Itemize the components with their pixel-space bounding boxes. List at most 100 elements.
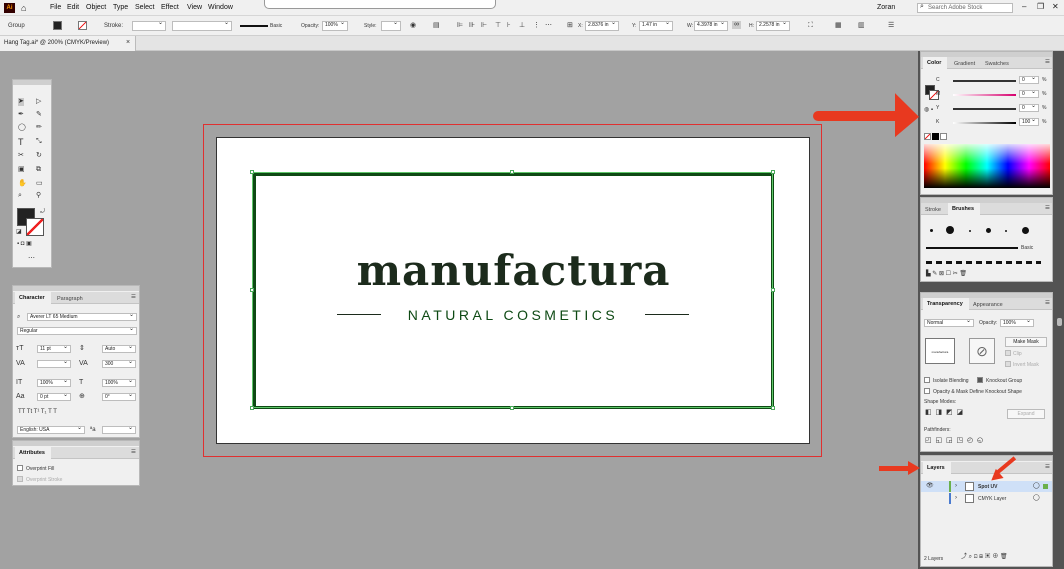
tracking-field[interactable]: 300 <box>102 359 136 368</box>
tab-paragraph[interactable]: Paragraph <box>57 296 83 302</box>
vertical-scale-field[interactable]: 100% <box>37 378 71 387</box>
target-icon[interactable]: ◯ <box>1033 494 1040 502</box>
restore-icon[interactable]: ❐ <box>1037 2 1044 11</box>
stroke-color-box[interactable] <box>26 218 44 236</box>
tab-appearance[interactable]: Appearance <box>973 302 1003 308</box>
overprint-stroke-checkbox[interactable] <box>17 476 23 482</box>
overprint-fill-checkbox[interactable] <box>17 465 23 471</box>
x-field[interactable]: 2.8376 in <box>585 20 619 31</box>
channel-c-slider[interactable] <box>953 80 1016 82</box>
font-family-dropdown[interactable]: Averer LT 65 Medium <box>27 312 137 321</box>
brush-strokes-row[interactable] <box>926 261 1041 264</box>
tab-swatches[interactable]: Swatches <box>985 61 1009 67</box>
direct-selection-icon[interactable]: ▷ <box>36 98 41 106</box>
layer-row-spot-uv[interactable]: 👁 › Spot UV ◯ <box>921 481 1052 492</box>
stroke-swatch[interactable] <box>78 21 87 30</box>
stroke-weight-dropdown[interactable] <box>132 20 166 31</box>
menu-edit[interactable]: Edit <box>67 4 79 11</box>
rotate-tool-icon[interactable]: ↻ <box>36 152 42 160</box>
channel-c-field[interactable]: 0 <box>1019 75 1039 84</box>
tab-stroke[interactable]: Stroke <box>925 207 941 213</box>
brush-dot[interactable] <box>969 230 971 232</box>
layer-row-cmyk[interactable]: › CMYK Layer ◯ <box>921 493 1052 504</box>
opacity-field[interactable]: 100% <box>1000 318 1034 327</box>
default-colors-icon[interactable]: ◪ <box>16 228 22 236</box>
brush-dot[interactable] <box>930 229 933 232</box>
fill-swatch[interactable] <box>53 21 62 30</box>
expand-chevron-icon[interactable]: › <box>955 482 957 490</box>
close-icon[interactable]: ✕ <box>1052 2 1059 11</box>
distribute-h-icon[interactable]: ⋯ <box>545 22 552 30</box>
align-right-icon[interactable]: ⊩ <box>481 22 487 30</box>
channel-k-field[interactable]: 100 <box>1019 117 1039 126</box>
layers-footer-icons[interactable]: ⤴ ⌕ ⊡ ⊞ ▣ ⊕ 🗑 <box>961 553 1008 561</box>
anti-alias-dropdown[interactable] <box>102 425 136 434</box>
menu-view[interactable]: View <box>187 4 202 11</box>
document-tab[interactable]: Hang Tag.ai* @ 200% (CMYK/Preview) × <box>0 36 136 51</box>
panel-grip[interactable] <box>921 456 1052 461</box>
variable-width-dropdown[interactable] <box>172 20 232 31</box>
logo-wordmark[interactable]: manufactura <box>253 249 774 293</box>
scissors-tool-icon[interactable]: ✂ <box>18 152 24 160</box>
selected-art-indicator[interactable] <box>1043 484 1048 489</box>
panel-menu-icon[interactable]: ☰ <box>1045 205 1050 211</box>
kerning-field[interactable] <box>37 359 71 368</box>
align-left-icon[interactable]: ⊫ <box>457 22 463 30</box>
shape-modes-icons[interactable]: ◧ ◨ ◩ ◪ <box>925 409 963 417</box>
selection-tool-icon[interactable]: ➤ <box>18 98 24 106</box>
menu-file[interactable]: File <box>50 4 61 11</box>
style-dropdown[interactable] <box>381 20 401 31</box>
text-style-buttons-icon[interactable]: TT Tt T¹ T₁ T T <box>18 408 57 416</box>
panel-grip[interactable] <box>13 80 51 85</box>
knockout-group-checkbox[interactable] <box>977 377 983 383</box>
brush-dot[interactable] <box>1005 230 1007 232</box>
search-stock-field[interactable]: Search Adobe Stock <box>917 3 1013 13</box>
link-proportions-icon[interactable]: ∞ <box>732 21 741 29</box>
white-swatch[interactable] <box>940 133 947 140</box>
menu-object[interactable]: Object <box>86 4 106 11</box>
color-spectrum[interactable] <box>924 144 1050 188</box>
char-rotation-field[interactable]: 0° <box>102 392 136 401</box>
ellipse-tool-icon[interactable]: ◯ <box>18 124 26 132</box>
align-bottom-icon[interactable]: ⊥ <box>519 22 525 30</box>
black-swatch[interactable] <box>932 133 939 140</box>
dock-scrollbar[interactable] <box>1057 318 1062 326</box>
align-vcenter-icon[interactable]: ⊦ <box>507 22 511 30</box>
align-top-icon[interactable]: ⊤ <box>495 22 501 30</box>
color-mode-icon[interactable]: ▪ ◘ ▣ <box>17 240 32 248</box>
clip-checkbox[interactable] <box>1005 350 1011 356</box>
opacity-mask-checkbox[interactable] <box>924 388 930 394</box>
none-swatch[interactable] <box>924 133 931 140</box>
menu-type[interactable]: Type <box>113 4 128 11</box>
channel-y-field[interactable]: 0 <box>1019 103 1039 112</box>
more-tools-icon[interactable]: ⋯ <box>28 255 35 263</box>
h-field[interactable]: 2.2578 in <box>756 20 790 31</box>
isolate-icon[interactable]: ▦ <box>835 22 842 30</box>
y-field[interactable]: 1.47 in <box>639 20 673 31</box>
brush-dot[interactable] <box>986 228 991 233</box>
w-field[interactable]: 4.3978 in <box>694 20 728 31</box>
tab-character[interactable]: Character <box>15 292 51 304</box>
transform-icon[interactable]: ⛶ <box>808 22 813 30</box>
zoom-tool-icon[interactable]: ⌕ <box>18 192 22 200</box>
horizontal-scale-field[interactable]: 100% <box>102 378 136 387</box>
leading-field[interactable]: Auto <box>102 344 136 353</box>
shape-builder-icon[interactable]: ⧉ <box>36 166 41 174</box>
language-dropdown[interactable]: English: USA <box>17 425 85 434</box>
arrange-icon[interactable]: ▥ <box>858 22 865 30</box>
opacity-field[interactable]: 100% <box>322 20 348 31</box>
minimize-icon[interactable]: – <box>1022 2 1026 11</box>
make-mask-button[interactable]: Make Mask <box>1005 337 1047 347</box>
eyedropper-tool-icon[interactable]: ⚲ <box>36 192 41 200</box>
font-size-field[interactable]: 11 pt <box>37 344 71 353</box>
invert-mask-checkbox[interactable] <box>1005 361 1011 367</box>
target-icon[interactable]: ◯ <box>1033 482 1040 490</box>
panel-menu-icon[interactable]: ☰ <box>888 22 894 30</box>
visibility-eye-icon[interactable]: 👁 <box>926 482 934 490</box>
swap-colors-icon[interactable]: ⤾ <box>40 208 45 216</box>
align-hcenter-icon[interactable]: ⊪ <box>469 22 475 30</box>
tab-color[interactable]: Color <box>923 57 948 69</box>
pen-tool-icon[interactable]: ✒ <box>18 111 24 119</box>
blend-mode-dropdown[interactable]: Normal <box>924 318 974 327</box>
brush-dot[interactable] <box>946 226 954 234</box>
